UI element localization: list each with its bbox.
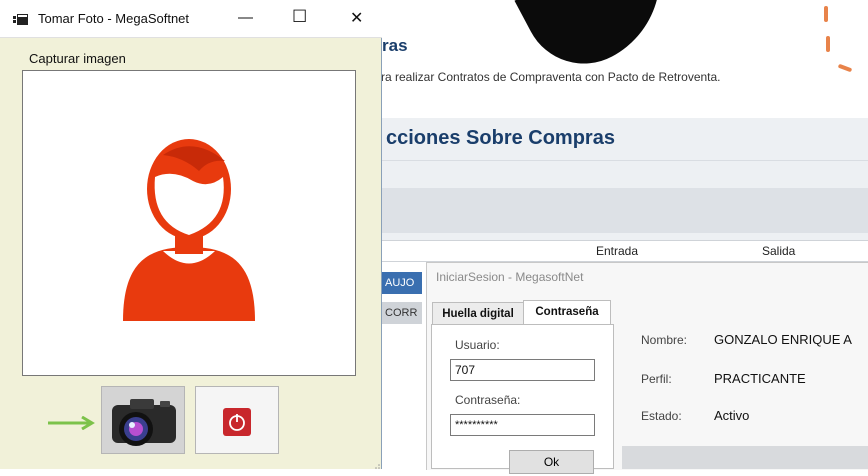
toolbar-band bbox=[382, 188, 868, 233]
profile-value: PRACTICANTE bbox=[714, 371, 806, 386]
profile-label: Perfil: bbox=[641, 372, 672, 386]
decorative-dash bbox=[826, 36, 830, 52]
minimize-button[interactable]: — bbox=[238, 9, 253, 26]
photo-preview bbox=[22, 70, 356, 376]
table-row-badge[interactable]: CORR bbox=[382, 302, 422, 324]
window-title: Tomar Foto - MegaSoftnet bbox=[38, 11, 190, 26]
column-header-entrada[interactable]: Entrada bbox=[596, 244, 638, 258]
maximize-button[interactable]: ☐ bbox=[292, 7, 307, 27]
section-title: cciones Sobre Compras bbox=[386, 127, 615, 149]
user-placeholder-icon bbox=[123, 139, 255, 321]
green-arrow-icon bbox=[46, 415, 96, 431]
column-header-salida[interactable]: Salida bbox=[762, 244, 795, 258]
tab-contrasena[interactable]: Contraseña bbox=[523, 300, 611, 324]
password-field[interactable]: ********** bbox=[450, 414, 595, 436]
capture-photo-button[interactable] bbox=[101, 386, 185, 454]
name-value: GONZALO ENRIQUE A bbox=[714, 332, 852, 347]
app-window-icon bbox=[13, 13, 29, 25]
footer-band bbox=[622, 446, 868, 469]
power-stop-icon bbox=[223, 408, 251, 436]
resize-grip-icon[interactable] bbox=[372, 458, 380, 469]
table-row-badge[interactable]: AUJO bbox=[382, 272, 422, 294]
status-value: Activo bbox=[714, 408, 750, 423]
password-label: Contraseña: bbox=[455, 393, 521, 407]
page-subtitle: ra realizar Contratos de Compraventa con… bbox=[381, 70, 721, 84]
page-heading: ras bbox=[382, 36, 408, 55]
login-dialog-title: IniciarSesion - MegasoftNet bbox=[436, 270, 584, 284]
stop-capture-button[interactable] bbox=[195, 386, 279, 454]
close-button[interactable]: ✕ bbox=[350, 8, 363, 28]
name-label: Nombre: bbox=[641, 333, 688, 347]
ok-button[interactable]: Ok bbox=[509, 450, 594, 474]
tab-huella-digital[interactable]: Huella digital bbox=[432, 302, 524, 324]
user-field[interactable]: 707 bbox=[450, 359, 595, 381]
capture-group-label: Capturar imagen bbox=[29, 51, 126, 66]
user-label: Usuario: bbox=[455, 338, 500, 352]
status-label: Estado: bbox=[641, 409, 682, 423]
camera-icon bbox=[112, 399, 176, 446]
decorative-dash bbox=[824, 6, 828, 22]
divider bbox=[382, 160, 868, 161]
